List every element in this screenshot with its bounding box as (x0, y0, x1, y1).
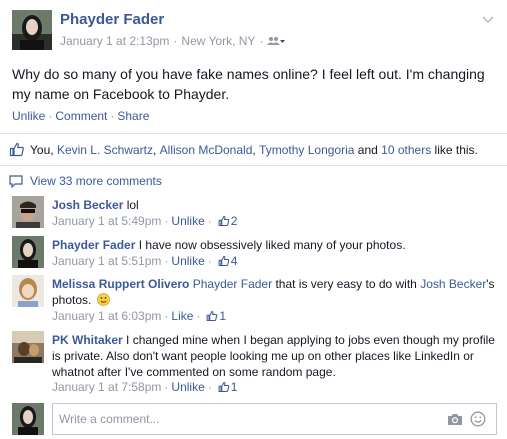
commenter-avatar[interactable] (12, 275, 44, 307)
comment-bubble-icon (9, 174, 23, 188)
likes-summary: You, Kevin L. Schwartz, Allison McDonald… (9, 142, 478, 157)
comment-like-button[interactable]: Like (171, 309, 193, 323)
post-meta: January 1 at 2:13pm · New York, NY · (60, 34, 286, 48)
view-more-comments-link[interactable]: View 33 more comments (9, 174, 162, 188)
comment-meta: January 1 at 7:58pm · Unlike · 1 (52, 380, 238, 394)
meta-separator: · (259, 34, 264, 48)
comment-unlike-button[interactable]: Unlike (171, 380, 204, 394)
liker-link[interactable]: Allison McDonald (160, 143, 253, 157)
like-thumb-icon (218, 381, 230, 393)
mention-link[interactable]: Josh Becker (420, 277, 486, 291)
comment-meta: January 1 at 5:49pm · Unlike · 2 (52, 214, 238, 228)
comment-body: PK Whitaker I changed mine when I began … (52, 332, 497, 380)
like-thumb-icon (218, 255, 230, 267)
comment-text: lol (126, 198, 139, 212)
view-more-label: View 33 more comments (30, 174, 162, 188)
likes-you: You, (30, 142, 54, 157)
commenter-avatar[interactable] (12, 196, 44, 228)
comment-body: Josh Becker lol (52, 197, 497, 213)
mention-link[interactable]: Phayder Fader (193, 277, 272, 291)
action-separator: · (110, 109, 115, 123)
chevron-down-icon[interactable] (481, 12, 495, 24)
comment-timestamp[interactable]: January 1 at 7:58pm (52, 380, 161, 394)
comment-input[interactable] (53, 404, 433, 434)
commenter-avatar[interactable] (12, 236, 44, 268)
comment-body: Melissa Ruppert Olivero Phayder Fader th… (52, 276, 497, 308)
comment-timestamp[interactable]: January 1 at 5:49pm (52, 214, 161, 228)
likes-others-link[interactable]: 10 others (381, 143, 431, 157)
liker-link[interactable]: Tymothy Longoria (259, 143, 354, 157)
post-text: Why do so many of you have fake names on… (12, 66, 485, 102)
post-timestamp[interactable]: January 1 at 2:13pm (60, 34, 169, 48)
meta-separator: · (173, 34, 178, 48)
comment-unlike-button[interactable]: Unlike (171, 214, 204, 228)
like-thumb-icon (206, 310, 218, 322)
like-thumb-icon (218, 215, 230, 227)
smiley-emoji-icon (96, 293, 110, 306)
comment-text: that is very easy to do with (275, 277, 417, 291)
commenter-avatar[interactable] (12, 331, 44, 363)
comment-meta: January 1 at 6:03pm · Like · 1 (52, 309, 227, 323)
comment-composer (52, 403, 497, 435)
comment-like-count[interactable]: 4 (231, 254, 238, 268)
like-thumb-icon (9, 142, 25, 157)
post-location[interactable]: New York, NY (181, 34, 255, 48)
comment-text: I have now obsessively liked many of you… (138, 238, 406, 252)
commenter-name[interactable]: Josh Becker (52, 198, 123, 212)
commenter-name[interactable]: Phayder Fader (52, 238, 135, 252)
my-avatar (12, 403, 44, 435)
comment-timestamp[interactable]: January 1 at 5:51pm (52, 254, 161, 268)
comment-timestamp[interactable]: January 1 at 6:03pm (52, 309, 161, 323)
divider (0, 165, 507, 166)
emoji-icon[interactable] (470, 411, 486, 427)
likes-suffix: like this. (434, 142, 478, 157)
comment-like-count[interactable]: 2 (231, 214, 238, 228)
comment-unlike-button[interactable]: Unlike (171, 254, 204, 268)
friends-icon[interactable] (267, 36, 286, 46)
commenter-name[interactable]: Melissa Ruppert Olivero (52, 277, 189, 291)
likes-and: and (357, 142, 378, 157)
comment-meta: January 1 at 5:51pm · Unlike · 4 (52, 254, 238, 268)
commenter-name[interactable]: PK Whitaker (52, 333, 123, 347)
comment-like-count[interactable]: 1 (231, 380, 238, 394)
comment-body: Phayder Fader I have now obsessively lik… (52, 237, 497, 253)
post-actions: Unlike · Comment · Share (12, 109, 149, 123)
share-button[interactable]: Share (117, 109, 149, 123)
camera-icon[interactable] (447, 412, 463, 426)
action-separator: · (48, 109, 53, 123)
liker-link[interactable]: Kevin L. Schwartz (57, 143, 153, 157)
comment-button[interactable]: Comment (55, 109, 107, 123)
post-author-name[interactable]: Phayder Fader (60, 11, 164, 28)
unlike-button[interactable]: Unlike (12, 109, 45, 123)
comment-like-count[interactable]: 1 (219, 309, 226, 323)
divider (0, 133, 507, 134)
author-avatar[interactable] (12, 10, 52, 50)
